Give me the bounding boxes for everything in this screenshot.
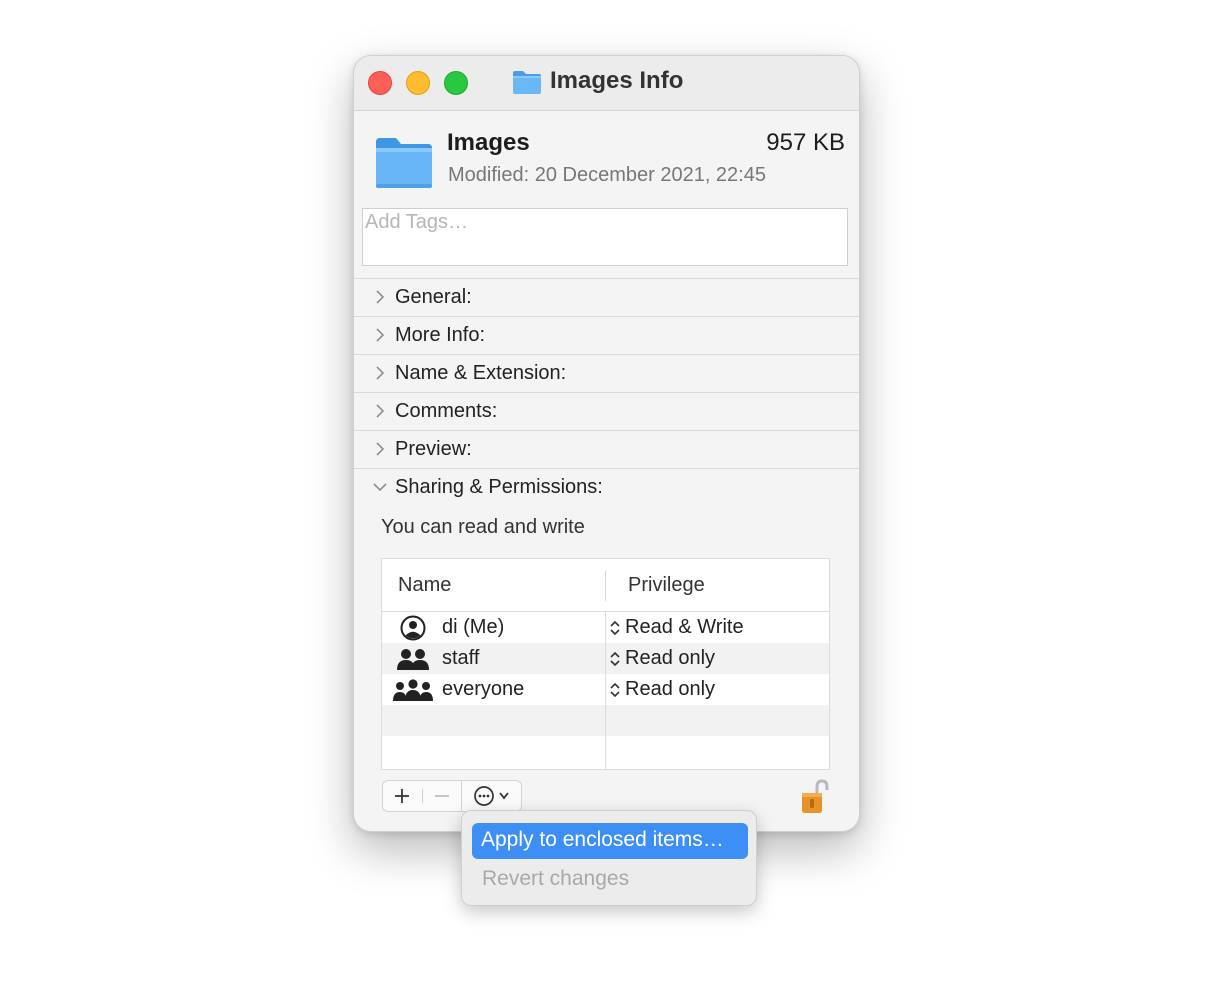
modified-date: Modified: 20 December 2021, 22:45	[448, 164, 766, 186]
section-label: Name & Extension:	[395, 362, 567, 384]
user-circle-icon	[400, 615, 426, 641]
section-general[interactable]: General:	[354, 278, 859, 316]
unlocked-padlock-icon[interactable]	[800, 778, 830, 816]
plus-icon[interactable]	[383, 781, 421, 811]
group-three-icon	[393, 679, 433, 701]
folder-icon	[376, 138, 432, 188]
user-name: di (Me)	[442, 616, 505, 638]
close-button[interactable]	[368, 71, 392, 95]
column-header-name[interactable]: Name	[398, 574, 451, 597]
section-preview[interactable]: Preview:	[354, 430, 859, 468]
column-divider[interactable]	[605, 571, 606, 601]
ellipsis-circle-icon[interactable]	[462, 781, 521, 811]
menu-item-revert-changes: Revert changes	[482, 867, 630, 890]
chevron-down-icon	[373, 483, 387, 492]
item-name: Images	[447, 129, 530, 156]
stepper-arrows-icon[interactable]	[609, 682, 621, 698]
column-divider	[605, 612, 606, 769]
minus-icon[interactable]	[423, 781, 461, 811]
section-comments[interactable]: Comments:	[354, 392, 859, 430]
section-label: More Info:	[395, 324, 486, 346]
item-size: 957 KB	[766, 129, 845, 156]
chevron-right-icon	[376, 442, 385, 456]
stepper-arrows-icon[interactable]	[609, 651, 621, 667]
stepper-arrows-icon[interactable]	[609, 620, 621, 636]
section-label: Preview:	[395, 438, 472, 460]
chevron-right-icon	[376, 328, 385, 342]
privilege-select[interactable]: Read & Write	[625, 616, 744, 639]
section-label: General:	[395, 286, 472, 308]
chevron-right-icon	[376, 366, 385, 380]
menu-item-apply-enclosed[interactable]: Apply to enclosed items…	[472, 823, 748, 859]
permission-summary: You can read and write	[381, 516, 585, 538]
permissions-table: Name Privilege di (Me) Read & Write staf…	[381, 558, 830, 770]
user-name: staff	[442, 647, 480, 669]
column-header-privilege[interactable]: Privilege	[628, 574, 705, 597]
tags-field[interactable]	[362, 208, 848, 266]
section-name-extension[interactable]: Name & Extension:	[354, 354, 859, 392]
privilege-select[interactable]: Read only	[625, 647, 715, 670]
group-two-icon	[397, 649, 429, 670]
title-bar[interactable]: Images Info	[354, 56, 859, 111]
chevron-right-icon	[376, 404, 385, 418]
chevron-right-icon	[376, 290, 385, 304]
zoom-button[interactable]	[444, 71, 468, 95]
section-label: Sharing & Permissions:	[395, 476, 603, 498]
privilege-select[interactable]: Read only	[625, 678, 715, 701]
action-menu: Apply to enclosed items… Revert changes	[461, 810, 757, 906]
user-name: everyone	[442, 678, 525, 700]
minimize-button[interactable]	[406, 71, 430, 95]
folder-icon	[513, 71, 541, 94]
section-label: Comments:	[395, 400, 498, 422]
section-sharing-permissions[interactable]: Sharing & Permissions:	[354, 468, 859, 506]
window-title: Images Info	[550, 67, 684, 94]
section-more-info[interactable]: More Info:	[354, 316, 859, 354]
info-window: Images Info Images 957 KB Modified: 20 D…	[353, 55, 860, 832]
tags-input[interactable]	[363, 209, 847, 236]
permissions-toolbar	[382, 780, 522, 812]
table-header: Name Privilege	[382, 559, 829, 612]
